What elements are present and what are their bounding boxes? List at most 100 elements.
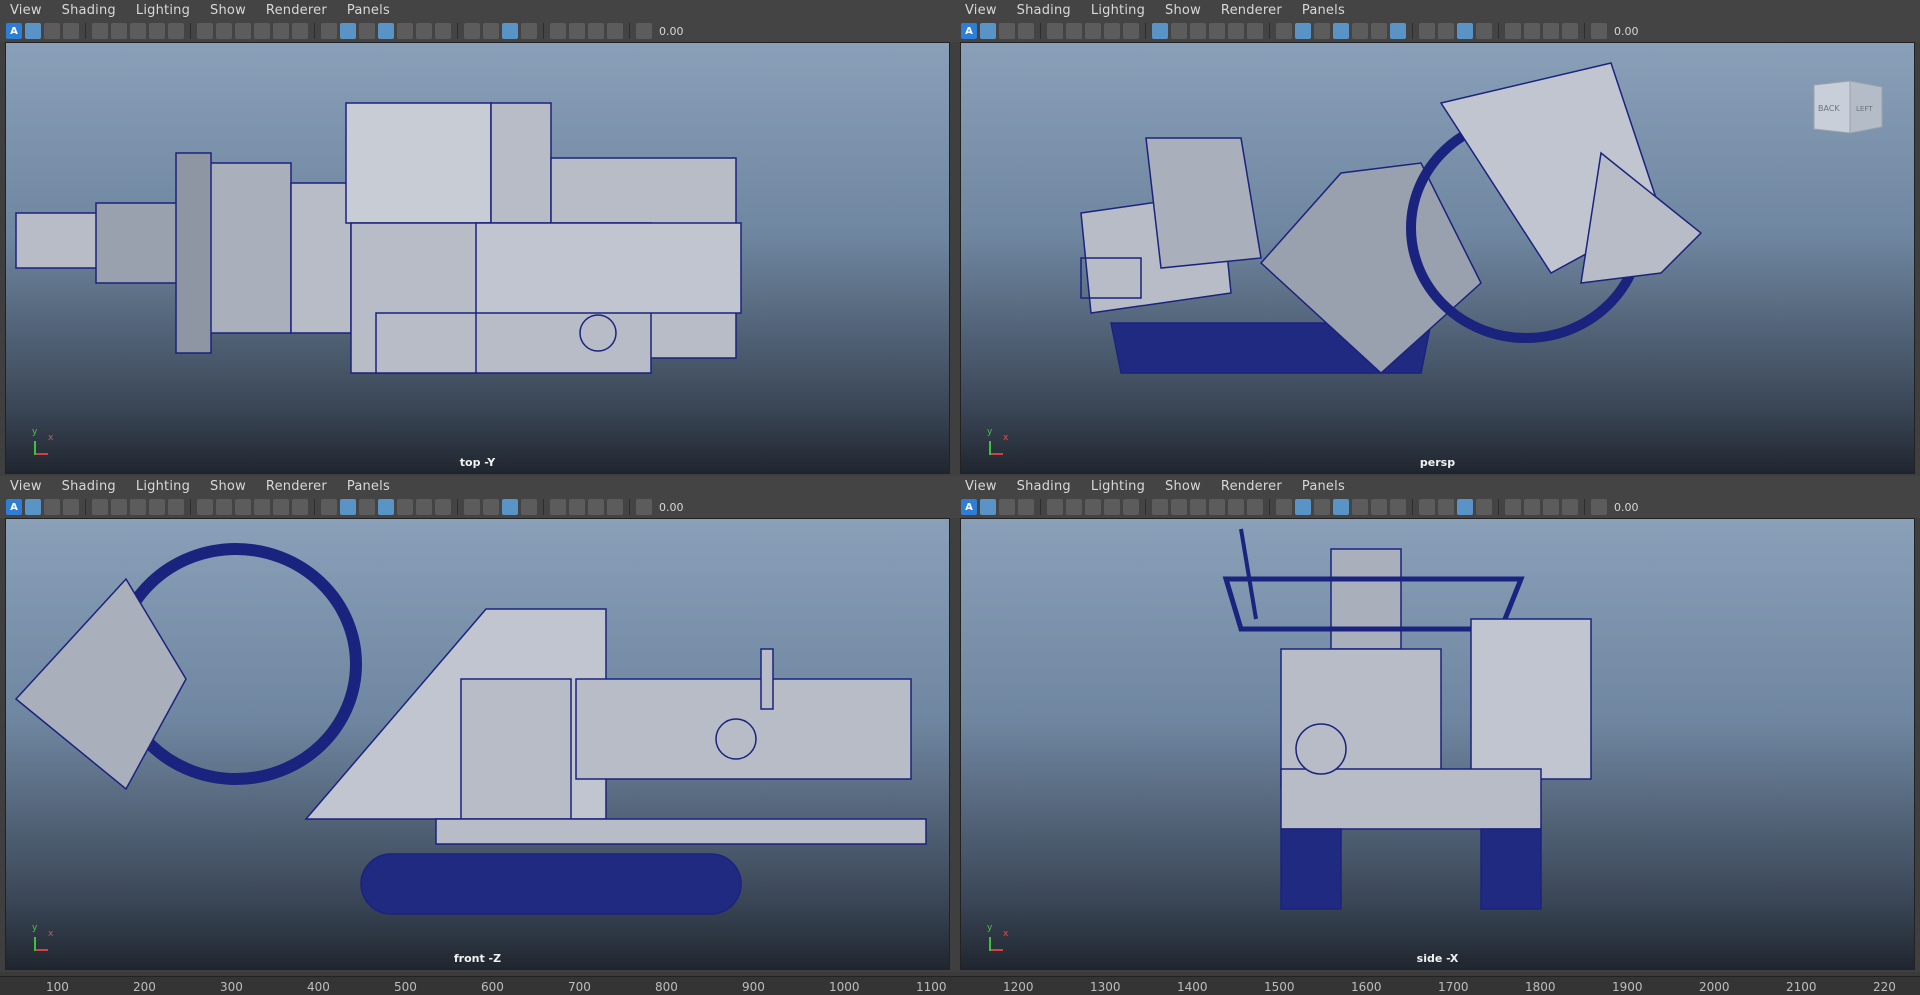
menu-lighting[interactable]: Lighting (1081, 479, 1155, 494)
default-material-icon[interactable] (1314, 499, 1330, 515)
ambient-occlusion-icon[interactable] (1419, 23, 1435, 39)
lights-icon[interactable] (1371, 23, 1387, 39)
select-tool-icon[interactable] (1505, 23, 1521, 39)
gate-mask-icon[interactable] (273, 499, 289, 515)
film-gate-icon[interactable] (130, 499, 146, 515)
two-sided-lighting-icon[interactable] (1562, 23, 1578, 39)
menu-shading[interactable]: Shading (52, 3, 126, 18)
wireframe-on-shaded-icon[interactable] (378, 23, 394, 39)
wireframe-icon[interactable] (321, 499, 337, 515)
menu-show[interactable]: Show (1155, 3, 1211, 18)
film-gate-icon[interactable] (1085, 23, 1101, 39)
gate-mask-icon[interactable] (1228, 23, 1244, 39)
lights-icon[interactable] (1371, 499, 1387, 515)
menu-renderer[interactable]: Renderer (256, 3, 337, 18)
image-plane-icon[interactable] (1018, 499, 1034, 515)
menu-renderer[interactable]: Renderer (256, 479, 337, 494)
menu-renderer[interactable]: Renderer (1211, 3, 1292, 18)
camera-attributes-icon[interactable] (980, 23, 996, 39)
select-camera-button[interactable]: A (961, 499, 977, 515)
safe-action-icon[interactable] (216, 499, 232, 515)
viewport-side[interactable]: x y side -X (960, 518, 1915, 970)
shadows-icon[interactable] (1390, 23, 1406, 39)
two-sided-lighting-icon[interactable] (607, 499, 623, 515)
film-gate-icon[interactable] (130, 23, 146, 39)
text-icon[interactable] (1247, 23, 1263, 39)
resolution-gate-icon[interactable] (1104, 499, 1120, 515)
lights-icon[interactable] (416, 499, 432, 515)
bookmark-icon[interactable] (999, 499, 1015, 515)
motion-blur-icon[interactable] (1438, 23, 1454, 39)
exposure-value[interactable]: 0.00 (659, 501, 684, 514)
menu-view[interactable]: View (0, 3, 52, 18)
menu-panels[interactable]: Panels (1292, 3, 1355, 18)
camera-attributes-icon[interactable] (25, 23, 41, 39)
smooth-shade-icon[interactable] (1295, 23, 1311, 39)
select-tool-icon[interactable] (550, 499, 566, 515)
select-tool-icon[interactable] (1505, 499, 1521, 515)
select-camera-button[interactable]: A (961, 23, 977, 39)
refresh-icon[interactable] (636, 499, 652, 515)
grease-pencil-icon[interactable] (168, 499, 184, 515)
wireframe-icon[interactable] (321, 23, 337, 39)
grease-pencil-icon[interactable] (1123, 23, 1139, 39)
default-material-icon[interactable] (359, 23, 375, 39)
hud-icon[interactable] (521, 499, 537, 515)
bookmark-icon[interactable] (44, 23, 60, 39)
text-icon[interactable] (292, 23, 308, 39)
grid-icon[interactable] (1152, 23, 1168, 39)
image-plane-icon[interactable] (1018, 23, 1034, 39)
smooth-shade-icon[interactable] (340, 23, 356, 39)
exposure-value[interactable]: 0.00 (1614, 25, 1639, 38)
select-camera-button[interactable]: A (6, 499, 22, 515)
hud-icon[interactable] (521, 23, 537, 39)
safe-action-icon[interactable] (1171, 499, 1187, 515)
frame-icon[interactable] (588, 499, 604, 515)
xray-icon[interactable] (1352, 23, 1368, 39)
menu-panels[interactable]: Panels (337, 479, 400, 494)
menu-view[interactable]: View (955, 3, 1007, 18)
two-sided-lighting-icon[interactable] (607, 23, 623, 39)
field-chart-icon[interactable] (1209, 499, 1225, 515)
menu-shading[interactable]: Shading (1007, 3, 1081, 18)
lock-camera-icon[interactable] (1066, 499, 1082, 515)
camera-attributes-icon[interactable] (980, 499, 996, 515)
text-icon[interactable] (1247, 499, 1263, 515)
time-slider[interactable]: 100 200 300 400 500 600 700 800 900 1000… (0, 976, 1920, 995)
menu-renderer[interactable]: Renderer (1211, 479, 1292, 494)
field-chart-icon[interactable] (254, 23, 270, 39)
select-tool-icon[interactable] (550, 23, 566, 39)
wireframe-icon[interactable] (1276, 499, 1292, 515)
safe-title-icon[interactable] (235, 499, 251, 515)
motion-blur-icon[interactable] (483, 23, 499, 39)
shadows-icon[interactable] (1390, 499, 1406, 515)
menu-panels[interactable]: Panels (1292, 479, 1355, 494)
bookmark-icon[interactable] (44, 499, 60, 515)
isolate-select-icon[interactable] (502, 499, 518, 515)
resolution-gate-icon[interactable] (149, 499, 165, 515)
field-chart-icon[interactable] (254, 499, 270, 515)
pan-icon[interactable] (569, 23, 585, 39)
pan-icon[interactable] (1524, 499, 1540, 515)
resolution-gate-icon[interactable] (149, 23, 165, 39)
safe-action-icon[interactable] (1171, 23, 1187, 39)
resolution-gate-icon[interactable] (1104, 23, 1120, 39)
viewport-top[interactable]: x y top -Y (5, 42, 950, 474)
menu-shading[interactable]: Shading (52, 479, 126, 494)
isolate-select-icon[interactable] (1457, 499, 1473, 515)
motion-blur-icon[interactable] (483, 499, 499, 515)
camera-icon[interactable] (1047, 499, 1063, 515)
exposure-value[interactable]: 0.00 (659, 25, 684, 38)
smooth-shade-icon[interactable] (340, 499, 356, 515)
ambient-occlusion-icon[interactable] (464, 499, 480, 515)
lock-camera-icon[interactable] (111, 23, 127, 39)
camera-attributes-icon[interactable] (25, 499, 41, 515)
hud-icon[interactable] (1476, 499, 1492, 515)
safe-action-icon[interactable] (216, 23, 232, 39)
wireframe-icon[interactable] (1276, 23, 1292, 39)
two-sided-lighting-icon[interactable] (1562, 499, 1578, 515)
isolate-select-icon[interactable] (502, 23, 518, 39)
menu-lighting[interactable]: Lighting (126, 479, 200, 494)
image-plane-icon[interactable] (63, 499, 79, 515)
shadows-icon[interactable] (435, 499, 451, 515)
